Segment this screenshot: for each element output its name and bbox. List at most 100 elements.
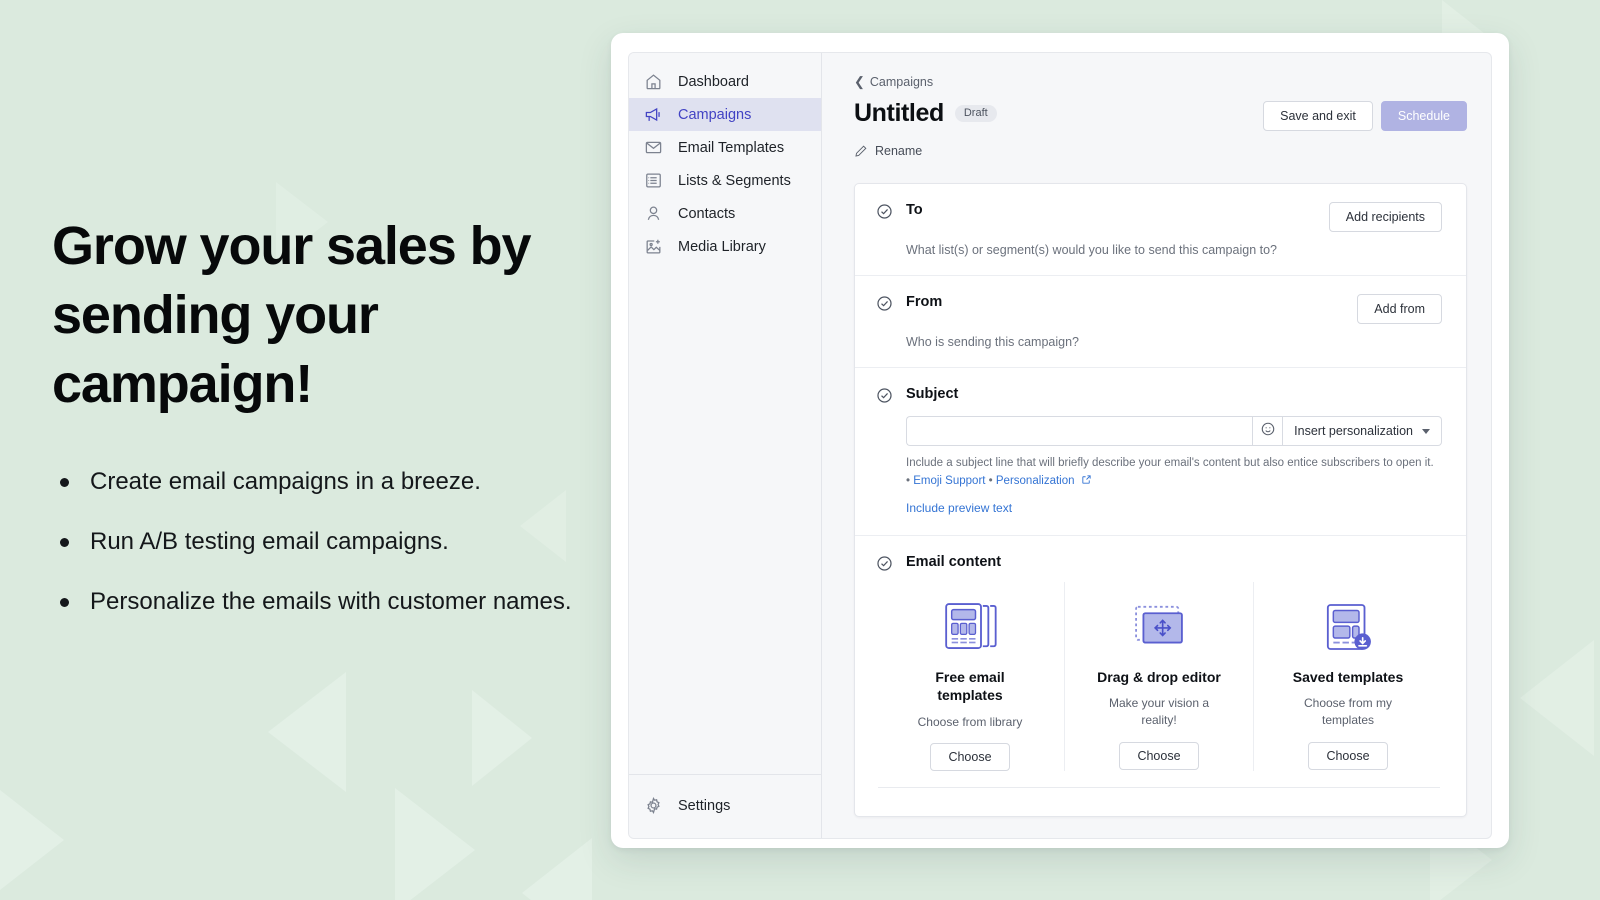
section-description: Who is sending this campaign? bbox=[906, 335, 1080, 349]
insert-personalization-label: Insert personalization bbox=[1294, 424, 1413, 438]
section-email-content: Email content Free email templates Choos… bbox=[855, 536, 1466, 807]
list-icon bbox=[643, 170, 664, 191]
gear-icon bbox=[643, 795, 664, 816]
app-window: Dashboard Campaigns Email Templates List… bbox=[611, 33, 1509, 848]
section-description: What list(s) or segment(s) would you lik… bbox=[906, 243, 1277, 257]
schedule-button[interactable]: Schedule bbox=[1380, 101, 1467, 131]
list-item: Run A/B testing email campaigns. bbox=[52, 525, 612, 559]
sidebar-item-label: Contacts bbox=[678, 205, 736, 222]
breadcrumb-label: Campaigns bbox=[869, 74, 934, 89]
check-circle-icon bbox=[876, 295, 893, 312]
promo-panel: Grow your sales by sending your campaign… bbox=[52, 212, 612, 646]
email-content-options: Free email templates Choose from library… bbox=[876, 581, 1442, 772]
option-subtitle: Choose from library bbox=[917, 714, 1023, 729]
chevron-left-icon: ❮ bbox=[854, 74, 865, 89]
check-circle-icon bbox=[876, 387, 893, 404]
deco-triangle bbox=[472, 690, 532, 786]
sidebar-item-dashboard[interactable]: Dashboard bbox=[629, 65, 821, 98]
list-item: Personalize the emails with customer nam… bbox=[52, 585, 612, 619]
sidebar-item-email-templates[interactable]: Email Templates bbox=[629, 131, 821, 164]
section-title: Email content bbox=[906, 553, 1002, 570]
home-icon bbox=[643, 71, 664, 92]
subject-input-group: Insert personalization bbox=[906, 416, 1442, 446]
list-item: Create email campaigns in a breeze. bbox=[52, 465, 612, 499]
emoji-support-link[interactable]: Emoji Support bbox=[913, 475, 985, 487]
title-row: Untitled Draft Save and exit Schedule bbox=[854, 99, 1467, 131]
check-circle-icon bbox=[876, 203, 893, 220]
subject-hint-text: Include a subject line that will briefly… bbox=[906, 457, 1434, 469]
section-subject: Subject Insert personalization Include a… bbox=[855, 368, 1466, 536]
sidebar-item-label: Email Templates bbox=[678, 139, 785, 156]
option-title: Saved templates bbox=[1292, 668, 1404, 685]
insert-personalization-button[interactable]: Insert personalization bbox=[1283, 416, 1442, 446]
option-title: Free email templates bbox=[935, 668, 1005, 704]
sidebar-item-settings[interactable]: Settings bbox=[629, 789, 821, 822]
option-saved-templates[interactable]: Saved templates Choose from my templates… bbox=[1254, 582, 1442, 772]
choose-free-templates-button[interactable]: Choose bbox=[930, 743, 1010, 772]
choose-drag-drop-button[interactable]: Choose bbox=[1119, 741, 1199, 770]
drag-drop-icon bbox=[1126, 596, 1192, 658]
header-actions: Save and exit Schedule bbox=[1263, 99, 1467, 131]
sidebar-item-contacts[interactable]: Contacts bbox=[629, 197, 821, 230]
option-subtitle: Choose from my templates bbox=[1303, 696, 1393, 727]
add-from-button[interactable]: Add from bbox=[1357, 294, 1442, 324]
option-drag-drop-editor[interactable]: Drag & drop editor Make your vision a re… bbox=[1064, 581, 1254, 772]
choose-saved-templates-button[interactable]: Choose bbox=[1308, 741, 1388, 770]
pencil-icon bbox=[854, 144, 868, 158]
deco-triangle bbox=[522, 838, 592, 900]
section-from: From Add from Who is sending this campai… bbox=[855, 276, 1466, 368]
campaign-steps-card: To Add recipients What list(s) or segmen… bbox=[854, 183, 1467, 817]
main-content: ❮ Campaigns Untitled Draft Save and exit… bbox=[822, 53, 1491, 838]
stacked-templates-icon bbox=[937, 596, 1003, 658]
image-plus-icon bbox=[643, 236, 664, 257]
title-group: Untitled Draft bbox=[854, 99, 997, 128]
rename-label: Rename bbox=[875, 144, 923, 158]
save-and-exit-button[interactable]: Save and exit bbox=[1263, 101, 1373, 131]
status-badge: Draft bbox=[954, 104, 997, 123]
add-recipients-button[interactable]: Add recipients bbox=[1328, 202, 1442, 232]
promo-title: Grow your sales by sending your campaign… bbox=[52, 216, 531, 415]
emoji-picker-button[interactable] bbox=[1252, 416, 1284, 446]
personalization-link[interactable]: Personalization bbox=[996, 475, 1075, 487]
hint-bullet: • bbox=[985, 474, 996, 487]
section-to: To Add recipients What list(s) or segmen… bbox=[855, 184, 1466, 276]
subject-input[interactable] bbox=[906, 416, 1253, 446]
promo-bullet-list: Create email campaigns in a breeze. Run … bbox=[52, 465, 612, 619]
external-link-icon bbox=[1081, 474, 1092, 492]
deco-triangle bbox=[395, 788, 475, 900]
sidebar-item-label: Media Library bbox=[678, 238, 766, 255]
sidebar: Dashboard Campaigns Email Templates List… bbox=[629, 53, 822, 838]
sidebar-item-media-library[interactable]: Media Library bbox=[629, 230, 821, 263]
subject-hint: Include a subject line that will briefly… bbox=[906, 455, 1442, 492]
section-divider bbox=[878, 787, 1440, 789]
sidebar-item-label: Dashboard bbox=[678, 73, 749, 90]
smiley-icon bbox=[1260, 421, 1276, 442]
saved-template-download-icon bbox=[1315, 596, 1381, 658]
deco-triangle bbox=[0, 790, 64, 890]
person-icon bbox=[643, 203, 664, 224]
sidebar-item-lists-segments[interactable]: Lists & Segments bbox=[629, 164, 821, 197]
envelope-icon bbox=[643, 137, 664, 158]
section-title: To bbox=[906, 202, 923, 218]
megaphone-icon bbox=[643, 104, 664, 125]
check-circle-icon bbox=[876, 555, 893, 572]
breadcrumb[interactable]: ❮ Campaigns bbox=[854, 75, 933, 89]
sidebar-item-label: Campaigns bbox=[678, 106, 752, 123]
page-title: Untitled bbox=[854, 99, 944, 127]
sidebar-nav: Dashboard Campaigns Email Templates List… bbox=[629, 65, 821, 774]
section-title: Subject bbox=[906, 386, 959, 402]
deco-triangle bbox=[268, 672, 346, 792]
app-frame: Dashboard Campaigns Email Templates List… bbox=[628, 52, 1492, 839]
chevron-down-icon bbox=[1422, 428, 1430, 434]
deco-triangle bbox=[1520, 640, 1594, 756]
section-title: From bbox=[906, 294, 943, 310]
sidebar-item-campaigns[interactable]: Campaigns bbox=[629, 98, 821, 131]
include-preview-text-link[interactable]: Include preview text bbox=[906, 501, 1012, 515]
option-subtitle: Make your vision a reality! bbox=[1108, 696, 1210, 727]
rename-button[interactable]: Rename bbox=[854, 144, 922, 158]
sidebar-item-label: Lists & Segments bbox=[678, 172, 791, 189]
sidebar-footer: Settings bbox=[629, 774, 821, 838]
option-free-email-templates[interactable]: Free email templates Choose from library… bbox=[876, 582, 1064, 772]
sidebar-item-label: Settings bbox=[678, 797, 731, 814]
option-title: Drag & drop editor bbox=[1097, 668, 1221, 685]
